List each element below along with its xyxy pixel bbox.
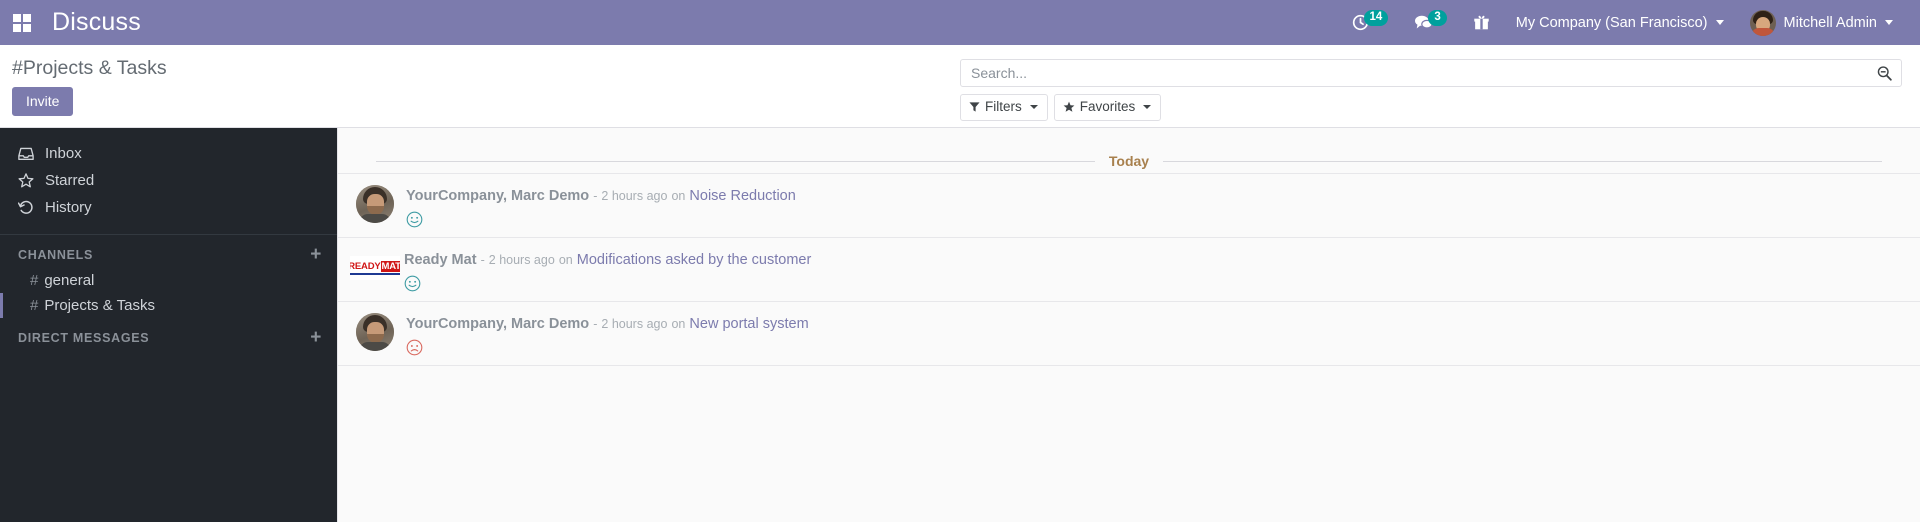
avatar — [1749, 9, 1776, 36]
sidebar-item-label: History — [45, 199, 92, 216]
message-header: YourCompany, Marc Demo - 2 hours ago on … — [406, 315, 809, 334]
plus-icon[interactable]: + — [310, 245, 322, 264]
message-timestamp: 2 hours ago — [601, 189, 668, 203]
top-navbar: Discuss 14 3 My Company (San Francisco) … — [0, 0, 1920, 45]
search-icon — [1877, 65, 1892, 81]
messaging-menu-button[interactable]: 3 — [1401, 0, 1459, 45]
navbar-right-group: 14 3 My Company (San Francisco) Mitchell… — [1339, 0, 1920, 45]
sidebar-channels-header: CHANNELS + — [0, 235, 337, 268]
message-timestamp: 2 hours ago — [601, 317, 668, 331]
channel-label: general — [44, 272, 95, 289]
chevron-down-icon — [1143, 105, 1152, 109]
ready-mat-logo: READYMAT — [350, 260, 400, 275]
app-body: Inbox Starred History CHANNELS + # gener… — [0, 128, 1920, 522]
gift-menu-button[interactable] — [1460, 0, 1503, 45]
direct-messages-header-label: DIRECT MESSAGES — [18, 331, 150, 345]
plus-icon[interactable]: + — [310, 328, 322, 347]
page-title: #Projects & Tasks — [12, 57, 167, 79]
message-author: YourCompany, Marc Demo — [406, 188, 590, 204]
sidebar-item-history[interactable]: History — [0, 194, 337, 221]
message-body: Ready Mat - 2 hours ago on Modifications… — [404, 249, 811, 292]
user-name-label: Mitchell Admin — [1783, 14, 1877, 31]
channels-header-label: CHANNELS — [18, 248, 94, 262]
message-separator: - — [480, 253, 485, 267]
sidebar-item-inbox[interactable]: Inbox — [0, 140, 337, 167]
smiley-face-icon — [404, 275, 421, 292]
divider-line-left — [376, 160, 1095, 162]
star-icon — [1063, 101, 1075, 112]
message-subject-link[interactable]: New portal system — [689, 316, 808, 332]
favorites-dropdown-button[interactable]: Favorites — [1053, 94, 1162, 121]
messages-count-badge: 3 — [1428, 9, 1447, 26]
avatar — [356, 185, 394, 223]
logo-part-ready: READY — [350, 260, 381, 272]
message-timestamp: 2 hours ago — [488, 253, 555, 267]
message-on-label: on — [671, 317, 686, 331]
sidebar-item-channel-general[interactable]: # general — [0, 268, 337, 293]
message-header: YourCompany, Marc Demo - 2 hours ago on … — [406, 187, 796, 206]
message-subject-link[interactable]: Noise Reduction — [689, 188, 795, 204]
activity-count-badge: 14 — [1363, 9, 1389, 26]
message-on-label: on — [671, 189, 686, 203]
company-name-label: My Company (San Francisco) — [1515, 14, 1708, 31]
star-outline-icon — [18, 173, 34, 188]
search-input[interactable] — [961, 65, 1867, 81]
message-header: Ready Mat - 2 hours ago on Modifications… — [404, 251, 811, 270]
date-separator-label: Today — [1108, 153, 1150, 169]
message-row[interactable]: READYMAT Ready Mat - 2 hours ago on Modi… — [338, 237, 1920, 302]
control-panel-left: #Projects & Tasks Invite — [0, 45, 167, 127]
control-panel: #Projects & Tasks Invite Filters — [0, 45, 1920, 128]
sidebar-direct-messages-header: DIRECT MESSAGES + — [0, 318, 337, 351]
user-menu-button[interactable]: Mitchell Admin — [1737, 0, 1906, 45]
sidebar-item-label: Starred — [45, 172, 95, 189]
message-separator: - — [593, 189, 598, 203]
chevron-down-icon — [1029, 105, 1038, 109]
search-button[interactable] — [1867, 60, 1901, 86]
message-author: Ready Mat — [404, 252, 477, 268]
sidebar-item-starred[interactable]: Starred — [0, 167, 337, 194]
grid-icon — [13, 13, 31, 32]
message-author: YourCompany, Marc Demo — [406, 316, 590, 332]
avatar: READYMAT — [350, 256, 400, 280]
smiley-face-icon — [406, 211, 423, 228]
control-panel-right: Filters Favorites — [960, 45, 1920, 127]
app-brand-title[interactable]: Discuss — [52, 8, 141, 37]
filter-buttons-row: Filters Favorites — [960, 94, 1902, 121]
message-list-empty-space — [338, 366, 1920, 522]
divider-line-right — [1163, 160, 1883, 162]
channel-label: Projects & Tasks — [44, 297, 155, 314]
hash-icon: # — [30, 272, 39, 289]
message-on-label: on — [558, 253, 573, 267]
sidebar-item-label: Inbox — [45, 145, 82, 162]
message-subject-link[interactable]: Modifications asked by the customer — [577, 252, 812, 268]
logo-part-mat: MAT — [380, 260, 400, 272]
frowning-face-icon — [406, 339, 423, 356]
sidebar: Inbox Starred History CHANNELS + # gener… — [0, 128, 337, 522]
filters-dropdown-button[interactable]: Filters — [960, 94, 1048, 121]
message-separator: - — [593, 317, 598, 331]
chevron-down-icon — [1885, 20, 1893, 25]
invite-button[interactable]: Invite — [12, 87, 74, 116]
inbox-icon — [18, 147, 34, 160]
message-list-panel: Today YourCompany, Marc Demo - 2 hours a… — [337, 128, 1920, 522]
history-icon — [18, 200, 33, 214]
message-body: YourCompany, Marc Demo - 2 hours ago on … — [406, 185, 796, 228]
date-separator: Today — [338, 128, 1920, 174]
apps-menu-button[interactable] — [0, 0, 44, 45]
message-body: YourCompany, Marc Demo - 2 hours ago on … — [406, 313, 809, 356]
sidebar-item-channel-projects-tasks[interactable]: # Projects & Tasks — [0, 293, 337, 318]
chevron-down-icon — [1715, 20, 1724, 25]
message-row[interactable]: YourCompany, Marc Demo - 2 hours ago on … — [338, 173, 1920, 238]
hash-icon: # — [30, 297, 39, 314]
avatar — [356, 313, 394, 351]
search-bar[interactable] — [960, 59, 1902, 87]
gift-icon — [1474, 15, 1489, 30]
activity-menu-button[interactable]: 14 — [1339, 0, 1402, 45]
company-switcher-button[interactable]: My Company (San Francisco) — [1503, 0, 1737, 45]
funnel-icon — [969, 102, 980, 112]
message-row[interactable]: YourCompany, Marc Demo - 2 hours ago on … — [338, 301, 1920, 366]
favorites-label: Favorites — [1079, 99, 1136, 114]
filters-label: Filters — [985, 99, 1022, 114]
